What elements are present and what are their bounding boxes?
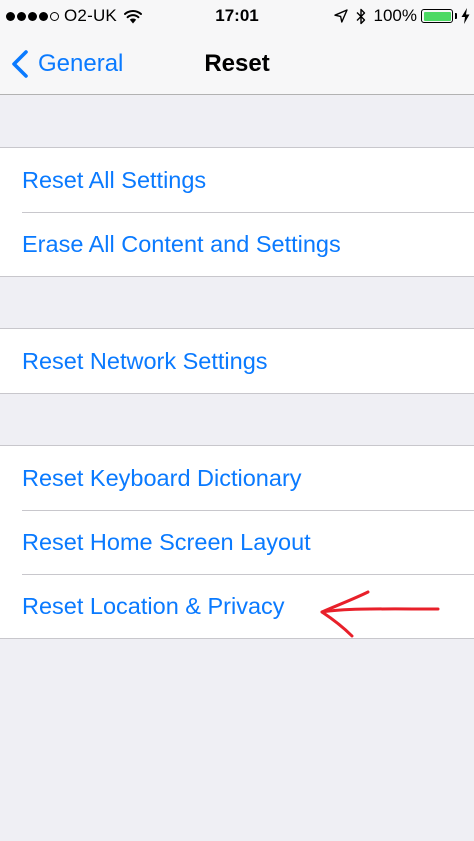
status-right: 100% xyxy=(333,5,470,27)
reset-all-settings-button[interactable]: Reset All Settings xyxy=(0,148,474,212)
battery-icon xyxy=(421,9,453,23)
battery-level-fill xyxy=(423,11,451,21)
settings-reset-screen: O2-UK 17:01 100% General Reset Reset All… xyxy=(0,0,474,841)
battery-tip xyxy=(455,13,457,19)
reset-network-settings-button[interactable]: Reset Network Settings xyxy=(0,329,474,393)
row-label: Reset All Settings xyxy=(22,166,207,193)
row-label: Erase All Content and Settings xyxy=(22,230,341,257)
annotation-arrow-icon xyxy=(320,590,440,638)
row-label: Reset Home Screen Layout xyxy=(22,528,311,555)
row-label: Reset Location & Privacy xyxy=(22,592,285,619)
status-bar: O2-UK 17:01 100% xyxy=(0,0,474,32)
row-label: Reset Keyboard Dictionary xyxy=(22,464,302,491)
page-title: Reset xyxy=(204,50,270,77)
erase-all-content-button[interactable]: Erase All Content and Settings xyxy=(0,212,474,276)
reset-group-network: Reset Network Settings xyxy=(0,328,474,394)
location-arrow-icon xyxy=(333,9,348,23)
reset-group-settings: Reset All Settings Erase All Content and… xyxy=(0,147,474,277)
bluetooth-icon xyxy=(356,8,365,24)
navigation-bar: General Reset xyxy=(0,32,474,95)
reset-home-screen-layout-button[interactable]: Reset Home Screen Layout xyxy=(0,510,474,574)
reset-keyboard-dictionary-button[interactable]: Reset Keyboard Dictionary xyxy=(0,446,474,510)
row-label: Reset Network Settings xyxy=(22,347,268,374)
charging-bolt-icon xyxy=(461,8,470,24)
battery-percent: 100% xyxy=(373,6,417,25)
